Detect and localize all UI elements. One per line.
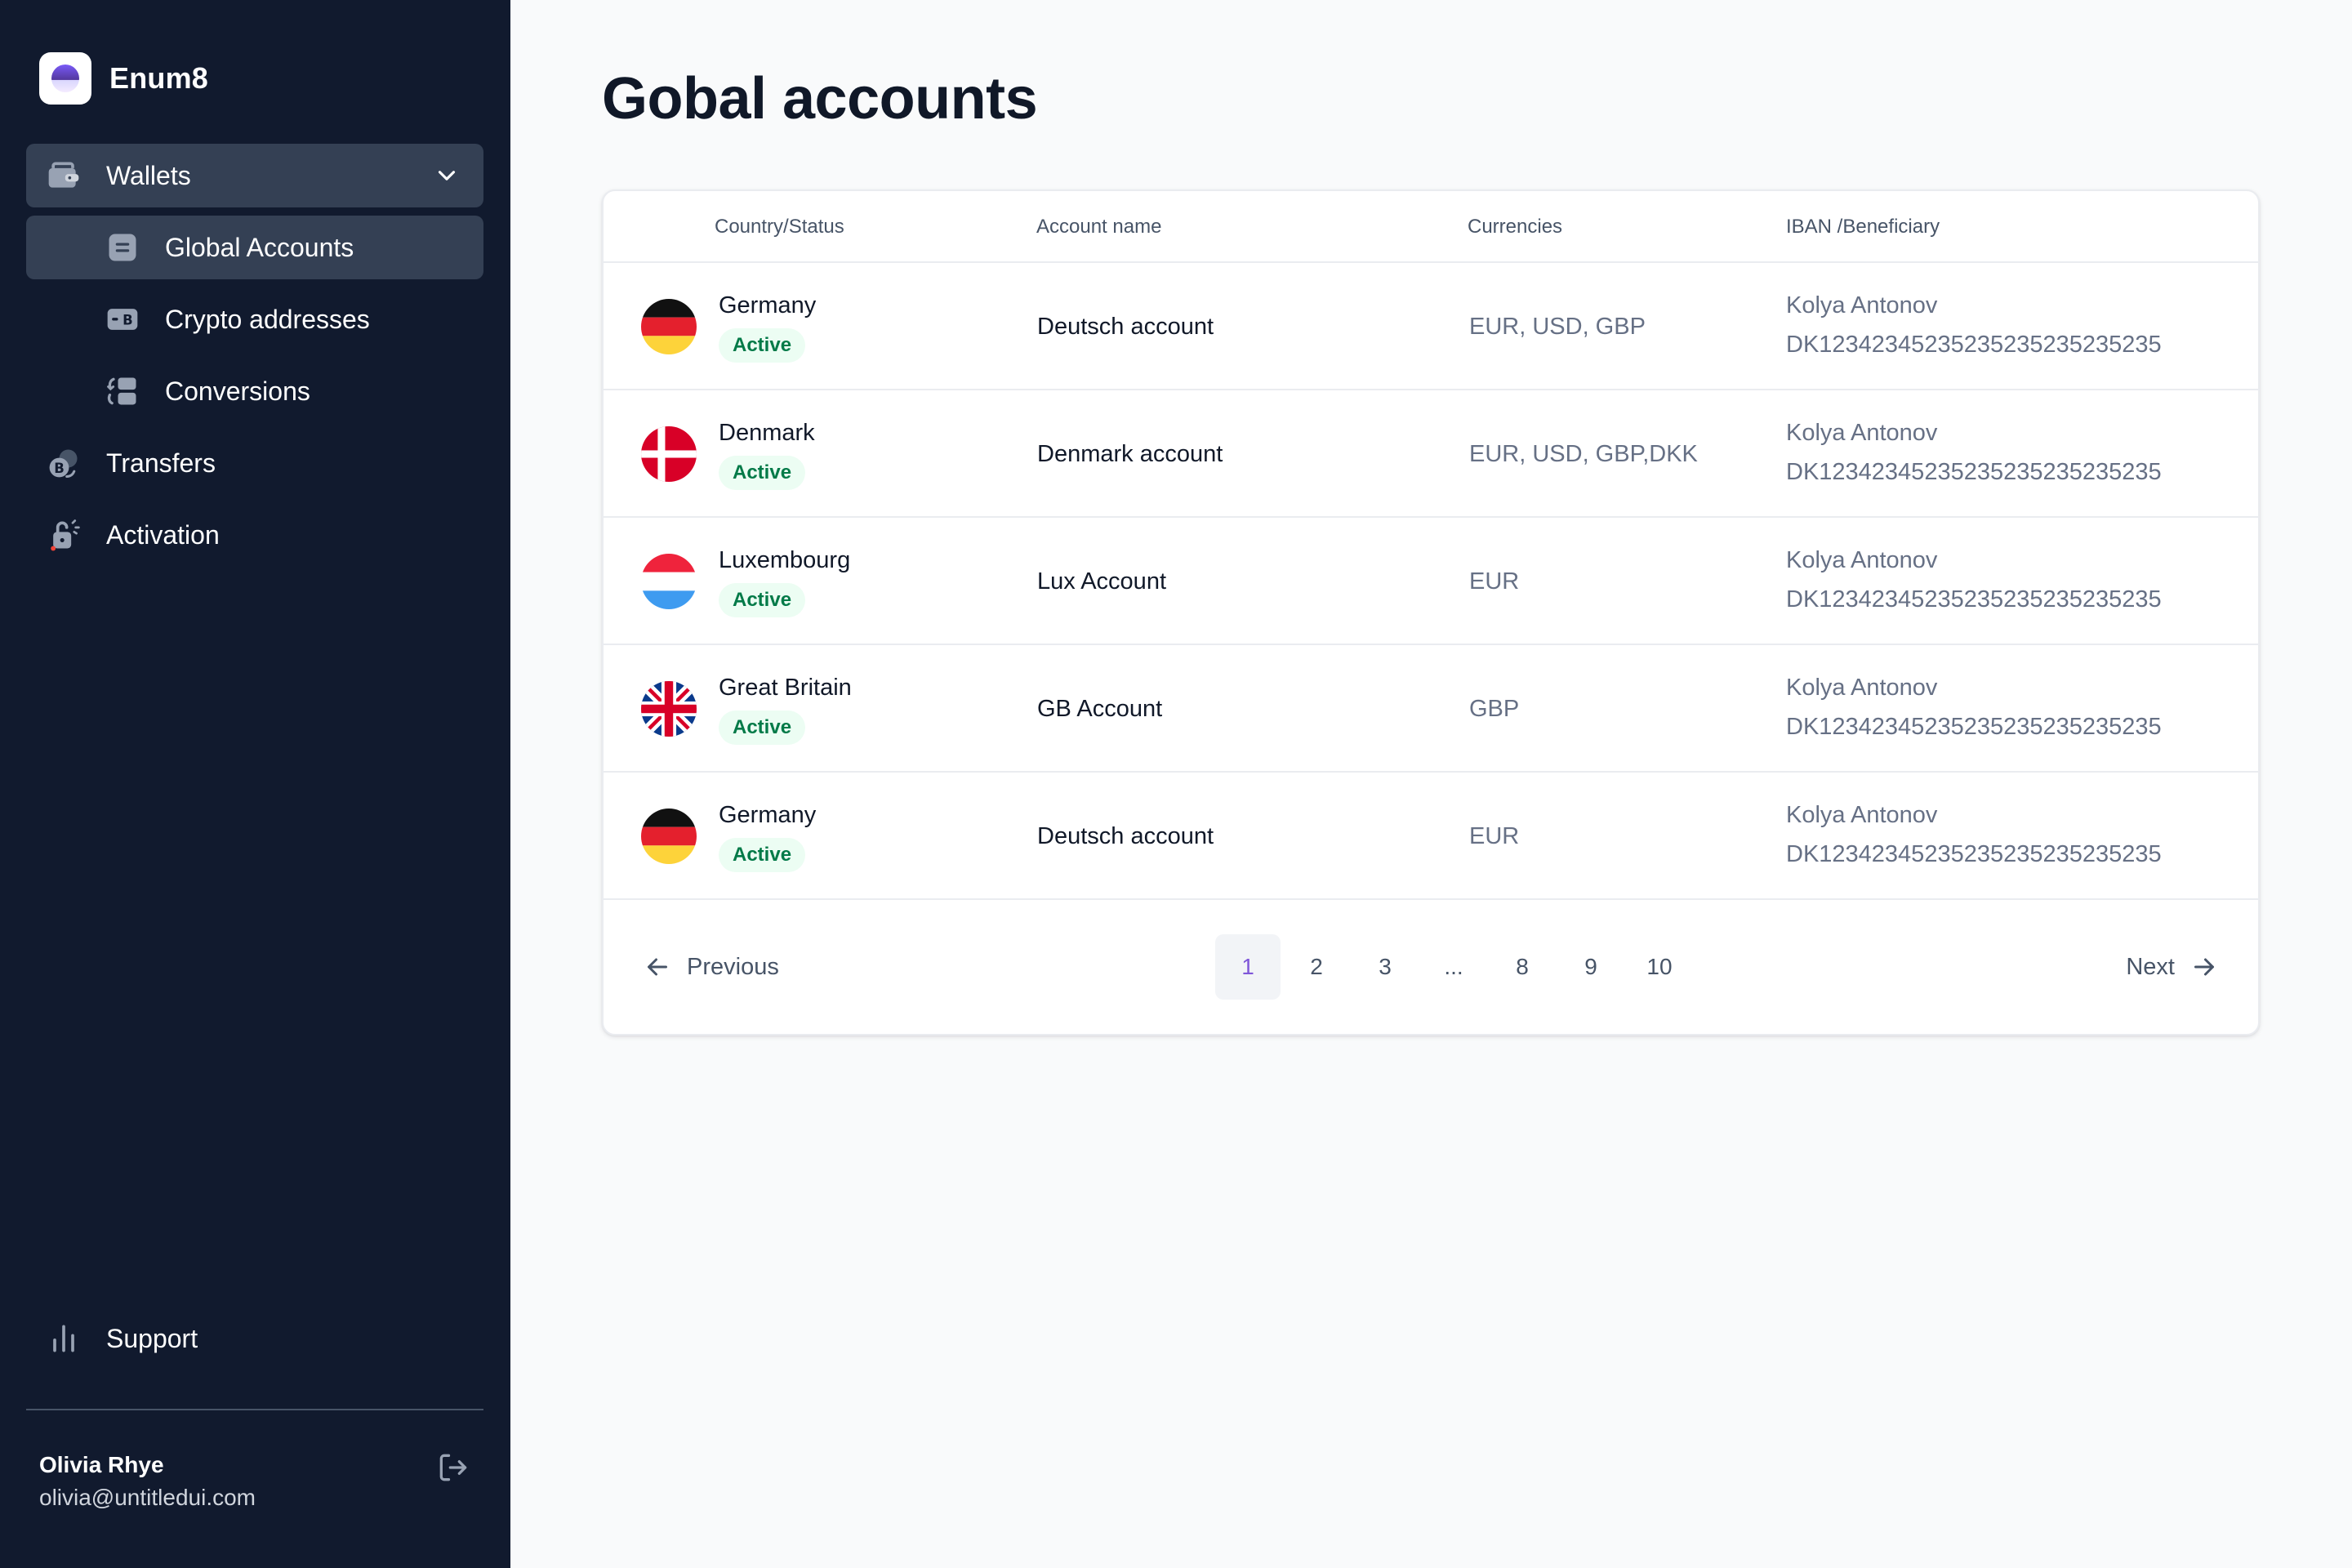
brand-name: Enum8 <box>109 61 209 95</box>
luxembourg-flag-icon <box>641 554 697 609</box>
previous-label: Previous <box>687 953 779 980</box>
sidebar-item-label: Activation <box>106 519 220 550</box>
sidebar-item-label: Global Accounts <box>165 232 354 262</box>
arrow-left-icon <box>648 958 667 976</box>
table-row[interactable]: Great Britain Active GB Account GBP Koly… <box>604 645 2258 773</box>
column-header-currencies[interactable]: Currencies <box>1468 216 1562 238</box>
country-name: Great Britain <box>719 675 852 701</box>
page-numbers: 1 2 3 ... 8 9 10 <box>1215 934 1692 1000</box>
beneficiary-name: Kolya Antonov <box>1786 802 1938 828</box>
page-number[interactable]: 10 <box>1627 934 1692 1000</box>
column-header-account-name[interactable]: Account name <box>1036 216 1161 238</box>
previous-page-button[interactable]: Previous <box>643 949 779 985</box>
country-name: Germany <box>719 802 817 828</box>
pagination: Previous 1 2 3 ... 8 9 10 Next <box>604 900 2258 1034</box>
account-name: GB Account <box>1037 696 1163 722</box>
svg-text:B: B <box>122 312 133 327</box>
next-page-button[interactable]: Next <box>2126 949 2219 985</box>
account-name: Lux Account <box>1037 568 1166 595</box>
sidebar-item-label: Support <box>106 1323 198 1353</box>
chevron-down-icon[interactable] <box>433 162 461 189</box>
beneficiary-name: Kolya Antonov <box>1786 547 1938 573</box>
document-icon <box>105 229 140 265</box>
sidebar-item-wallets[interactable]: Wallets <box>26 144 483 207</box>
sidebar-item-label: Crypto addresses <box>165 304 370 334</box>
column-header-country-status[interactable]: Country/Status <box>715 216 844 238</box>
sidebar-item-label: Conversions <box>165 376 310 406</box>
wallet-icon <box>46 158 82 194</box>
denmark-flag-icon <box>641 426 697 482</box>
iban: DK12342345235235235235235235 <box>1786 714 2162 740</box>
user-name: Olivia Rhye <box>39 1452 164 1477</box>
bar-chart-icon <box>46 1321 82 1356</box>
iban: DK12342345235235235235235235 <box>1786 332 2162 358</box>
sidebar-item-crypto-addresses[interactable]: B Crypto addresses <box>26 287 483 351</box>
status-badge: Active <box>719 583 806 617</box>
germany-flag-icon <box>641 299 697 354</box>
sidebar-item-label: Transfers <box>106 448 216 478</box>
logo-icon <box>39 52 91 105</box>
country-name: Luxembourg <box>719 547 851 573</box>
status-badge: Active <box>719 456 806 490</box>
table-header: Country/Status Account name Currencies I… <box>604 191 2258 263</box>
page-ellipsis: ... <box>1444 954 1463 979</box>
status-badge: Active <box>719 838 806 872</box>
conversion-icon <box>105 373 140 409</box>
account-name: Denmark account <box>1037 441 1223 467</box>
page-number[interactable]: 8 <box>1490 934 1555 1000</box>
iban: DK12342345235235235235235235 <box>1786 841 2162 867</box>
logout-icon[interactable] <box>435 1450 471 1486</box>
beneficiary-name: Kolya Antonov <box>1786 675 1938 701</box>
currencies: EUR, USD, GBP,DKK <box>1469 441 1698 467</box>
country-name: Germany <box>719 292 817 318</box>
currencies: EUR <box>1469 823 1520 849</box>
table-row[interactable]: Germany Active Deutsch account EUR Kolya… <box>604 773 2258 900</box>
currencies: EUR <box>1469 568 1520 595</box>
arrow-right-icon <box>2194 958 2214 976</box>
sidebar-item-transfers[interactable]: B Transfers <box>26 431 483 495</box>
page-number[interactable]: 2 <box>1284 934 1349 1000</box>
unlock-icon <box>46 517 82 553</box>
iban: DK12342345235235235235235235 <box>1786 459 2162 485</box>
page-title: Gobal accounts <box>602 66 1038 131</box>
column-header-iban-beneficiary[interactable]: IBAN /Beneficiary <box>1786 216 1940 238</box>
page-number[interactable]: 3 <box>1352 934 1418 1000</box>
sidebar-item-support[interactable]: Support <box>26 1307 483 1370</box>
next-label: Next <box>2126 953 2175 980</box>
country-name: Denmark <box>719 420 815 446</box>
sidebar-item-global-accounts[interactable]: Global Accounts <box>26 216 483 279</box>
status-badge: Active <box>719 710 806 745</box>
user-email: olivia@untitledui.com <box>39 1485 256 1510</box>
page-number[interactable]: 9 <box>1558 934 1624 1000</box>
sidebar-divider <box>26 1409 483 1410</box>
currencies: EUR, USD, GBP <box>1469 314 1646 340</box>
status-badge: Active <box>719 328 806 363</box>
page-number[interactable]: 1 <box>1215 934 1281 1000</box>
great-britain-flag-icon <box>641 681 697 737</box>
beneficiary-name: Kolya Antonov <box>1786 420 1938 446</box>
sidebar-item-label: Wallets <box>106 160 191 190</box>
currencies: GBP <box>1469 696 1520 722</box>
beneficiary-name: Kolya Antonov <box>1786 292 1938 318</box>
germany-flag-icon <box>641 808 697 864</box>
iban: DK12342345235235235235235235 <box>1786 586 2162 612</box>
accounts-table: Country/Status Account name Currencies I… <box>602 189 2260 1036</box>
svg-text:B: B <box>54 461 65 476</box>
table-row[interactable]: Denmark Active Denmark account EUR, USD,… <box>604 390 2258 518</box>
brand[interactable]: Enum8 <box>39 52 208 105</box>
table-row[interactable]: Germany Active Deutsch account EUR, USD,… <box>604 263 2258 390</box>
sidebar: Enum8 Wallets Global Accounts B Crypto a… <box>0 0 510 1568</box>
account-name: Deutsch account <box>1037 823 1214 849</box>
sidebar-item-activation[interactable]: Activation <box>26 503 483 567</box>
coins-icon: B <box>46 445 82 481</box>
sidebar-item-conversions[interactable]: Conversions <box>26 359 483 423</box>
account-name: Deutsch account <box>1037 314 1214 340</box>
crypto-wallet-icon: B <box>105 301 140 337</box>
table-row[interactable]: Luxembourg Active Lux Account EUR Kolya … <box>604 518 2258 645</box>
